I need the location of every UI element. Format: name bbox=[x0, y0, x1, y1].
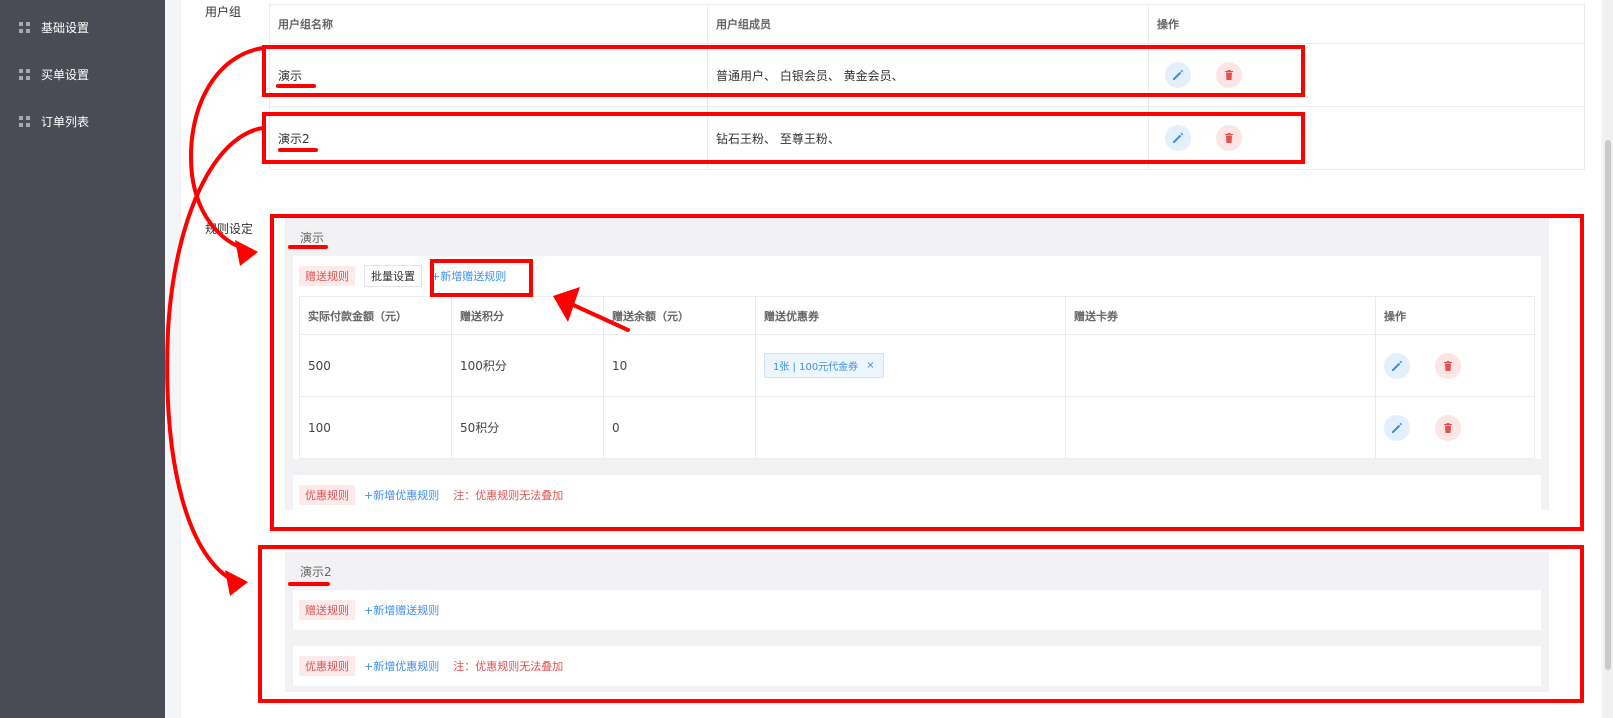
pencil-icon bbox=[1173, 69, 1183, 80]
rule-block: 演示2 赠送规则 +新增赠送规则 优惠规则 +新增优惠规则 注：优惠规则无法叠加 bbox=[285, 552, 1549, 692]
discount-note: 注：优惠规则无法叠加 bbox=[453, 660, 564, 673]
edit-button[interactable] bbox=[1165, 62, 1191, 88]
group-members: 钻石王粉、 至尊王粉、 bbox=[716, 131, 840, 146]
discount-note: 注：优惠规则无法叠加 bbox=[453, 489, 564, 502]
discount-rules-box: 优惠规则 +新增优惠规则 注：优惠规则无法叠加 bbox=[293, 475, 1541, 515]
coupon-tag: 1张 | 100元代金券 × bbox=[764, 353, 884, 378]
sidebar-item-basic-settings[interactable]: 基础设置 bbox=[0, 4, 165, 51]
operation-cell bbox=[1375, 334, 1535, 397]
coupon-cell: 1张 | 100元代金券 × bbox=[755, 334, 1066, 397]
close-icon[interactable]: × bbox=[866, 360, 874, 371]
points-cell: 50积分 bbox=[451, 396, 604, 459]
edit-button[interactable] bbox=[1384, 352, 1410, 379]
balance-cell: 10 bbox=[603, 334, 756, 397]
discount-rules-tag: 优惠规则 bbox=[299, 485, 355, 505]
coupon-cell bbox=[755, 396, 1066, 459]
trash-icon bbox=[1225, 70, 1233, 80]
coupon-tag-label: 1张 | 100元代金券 bbox=[773, 362, 859, 373]
batch-settings-button[interactable]: 批量设置 bbox=[364, 265, 422, 287]
add-gift-rule-link[interactable]: +新增赠送规则 bbox=[431, 268, 506, 284]
pencil-icon bbox=[1392, 360, 1402, 371]
rule-block-title: 演示 bbox=[300, 230, 325, 245]
discount-rules-tag: 优惠规则 bbox=[299, 656, 355, 676]
column-header: 用户组成员 bbox=[716, 18, 771, 31]
add-gift-rule-link[interactable]: +新增赠送规则 bbox=[364, 602, 439, 618]
column-header: 赠送卡券 bbox=[1065, 296, 1376, 335]
gift-rules-box: 赠送规则 批量设置 +新增赠送规则 实际付款金额（元） 赠送积分 赠送余额（元）… bbox=[293, 256, 1541, 459]
sidebar: 基础设置 买单设置 订单列表 bbox=[0, 0, 165, 718]
user-group-table: 用户组名称 用户组成员 操作 演示 普通用户、 白银会员、 黄金会员、 演示2 bbox=[269, 4, 1585, 170]
sidebar-item-order-list[interactable]: 订单列表 bbox=[0, 98, 165, 145]
trash-icon bbox=[1444, 360, 1452, 371]
column-header: 赠送积分 bbox=[451, 296, 604, 335]
vertical-scrollbar[interactable] bbox=[1603, 0, 1613, 718]
amount-cell: 100 bbox=[299, 396, 452, 459]
gift-rules-table: 实际付款金额（元） 赠送积分 赠送余额（元） 赠送优惠券 赠送卡券 操作 500… bbox=[299, 296, 1535, 459]
trash-icon bbox=[1225, 133, 1233, 143]
rule-block-title: 演示2 bbox=[300, 564, 332, 579]
pencil-icon bbox=[1173, 132, 1183, 143]
sidebar-item-label: 买单设置 bbox=[41, 68, 90, 82]
column-header: 实际付款金额（元） bbox=[299, 296, 452, 335]
grid-icon bbox=[19, 116, 30, 127]
card-cell bbox=[1065, 334, 1376, 397]
group-name: 演示 bbox=[278, 68, 303, 83]
delete-button[interactable] bbox=[1435, 414, 1461, 441]
delete-button[interactable] bbox=[1435, 352, 1461, 379]
table-row: 500 100积分 10 1张 | 100元代金券 × bbox=[299, 334, 1535, 397]
column-header: 赠送余额（元） bbox=[603, 296, 756, 335]
sidebar-item-checkout-settings[interactable]: 买单设置 bbox=[0, 51, 165, 98]
card-cell bbox=[1065, 396, 1376, 459]
delete-button[interactable] bbox=[1216, 62, 1242, 88]
grid-icon bbox=[19, 69, 30, 80]
user-group-label: 用户组 bbox=[205, 5, 242, 19]
rules-label: 规则设定 bbox=[205, 222, 254, 236]
add-discount-rule-link[interactable]: +新增优惠规则 bbox=[364, 487, 439, 503]
group-members: 普通用户、 白银会员、 黄金会员、 bbox=[716, 68, 904, 83]
delete-button[interactable] bbox=[1216, 125, 1242, 151]
gift-rules-box: 赠送规则 +新增赠送规则 bbox=[293, 590, 1541, 630]
column-header: 操作 bbox=[1157, 18, 1179, 31]
column-header: 赠送优惠券 bbox=[755, 296, 1066, 335]
table-header-row: 实际付款金额（元） 赠送积分 赠送余额（元） 赠送优惠券 赠送卡券 操作 bbox=[299, 296, 1535, 335]
edit-button[interactable] bbox=[1384, 414, 1410, 441]
table-header-row: 用户组名称 用户组成员 操作 bbox=[270, 5, 1584, 43]
add-discount-rule-link[interactable]: +新增优惠规则 bbox=[364, 658, 439, 674]
group-name: 演示2 bbox=[278, 131, 310, 146]
gift-rules-tag: 赠送规则 bbox=[299, 600, 355, 620]
trash-icon bbox=[1444, 422, 1452, 433]
scrollbar-thumb[interactable] bbox=[1605, 140, 1611, 670]
column-header: 操作 bbox=[1375, 296, 1535, 335]
table-row: 演示 普通用户、 白银会员、 黄金会员、 bbox=[270, 43, 1584, 106]
operation-cell bbox=[1375, 396, 1535, 459]
settings-panel: 用户组 用户组名称 用户组成员 操作 演示 普通用户、 白银会员、 黄金会员、 bbox=[181, 0, 1601, 718]
sidebar-item-label: 订单列表 bbox=[41, 115, 90, 129]
amount-cell: 500 bbox=[299, 334, 452, 397]
gift-rules-tag: 赠送规则 bbox=[299, 266, 355, 286]
balance-cell: 0 bbox=[603, 396, 756, 459]
column-header: 用户组名称 bbox=[278, 18, 333, 31]
grid-icon bbox=[19, 22, 30, 33]
edit-button[interactable] bbox=[1165, 125, 1191, 151]
main-content: 用户组 用户组名称 用户组成员 操作 演示 普通用户、 白银会员、 黄金会员、 bbox=[165, 0, 1613, 718]
pencil-icon bbox=[1392, 422, 1402, 433]
rule-block: 演示 赠送规则 批量设置 +新增赠送规则 实际付款金额（元） 赠送积分 赠送余额… bbox=[285, 218, 1549, 515]
points-cell: 100积分 bbox=[451, 334, 604, 397]
discount-rules-box: 优惠规则 +新增优惠规则 注：优惠规则无法叠加 bbox=[293, 646, 1541, 686]
sidebar-item-label: 基础设置 bbox=[41, 21, 90, 35]
table-row: 100 50积分 0 bbox=[299, 396, 1535, 459]
table-row: 演示2 钻石王粉、 至尊王粉、 bbox=[270, 106, 1584, 169]
